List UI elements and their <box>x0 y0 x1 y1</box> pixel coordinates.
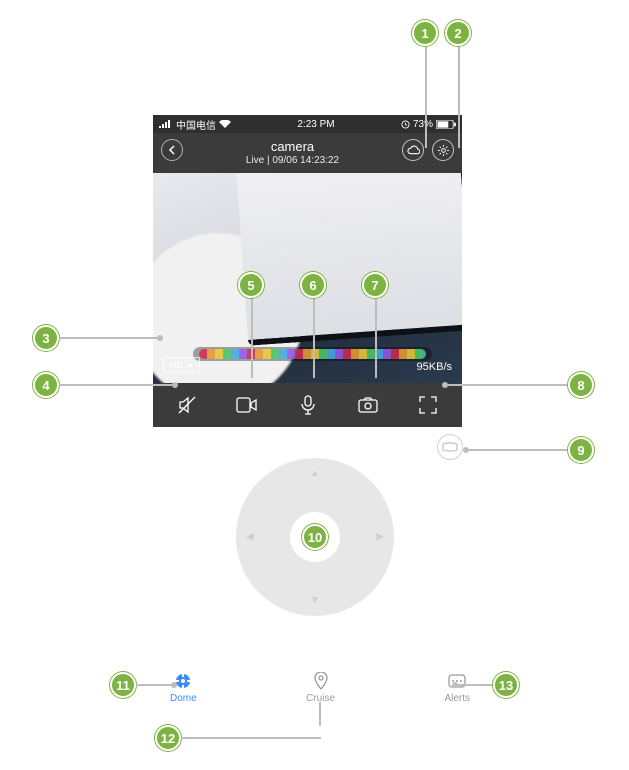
clock-label: 2:23 PM <box>297 119 334 130</box>
callout-4-wrap: 4 <box>33 372 178 398</box>
phone-frame: 中国电信 2:23 PM 73% camera Live | 09/06 14:… <box>153 115 462 427</box>
chevron-right-icon: ▶ <box>376 532 384 543</box>
chevron-down-icon: ▼ <box>310 595 320 606</box>
callout-9: 9 <box>568 437 594 463</box>
fullscreen-button[interactable] <box>398 396 458 414</box>
alarm-icon <box>401 120 410 129</box>
callout-4: 4 <box>33 372 59 398</box>
signal-icon <box>159 120 173 128</box>
callout-line <box>251 298 253 378</box>
bitrate-label: 95KB/s <box>417 361 452 373</box>
video-toolbar <box>153 383 462 427</box>
callout-12-wrap: 12 <box>155 725 321 751</box>
callout-11-wrap: 11 <box>110 672 177 698</box>
talk-button[interactable] <box>277 395 337 415</box>
callout-2: 2 <box>445 20 471 46</box>
snapshot-button[interactable] <box>338 397 398 413</box>
quality-label: HD <box>170 360 183 370</box>
callout-line <box>458 46 460 148</box>
cruise-icon <box>312 672 330 690</box>
callout-13-wrap: 13 <box>452 672 519 698</box>
chevron-left-icon: ◀ <box>246 532 254 543</box>
dome-icon <box>174 672 192 690</box>
callout-3: 3 <box>33 325 59 351</box>
cloud-button[interactable] <box>402 139 424 161</box>
battery-icon <box>436 120 456 129</box>
callout-7: 7 <box>362 272 388 298</box>
callout-line <box>313 298 315 378</box>
callout-9-wrap: 9 <box>463 437 594 463</box>
title-bar: camera Live | 09/06 14:23:22 <box>153 133 462 173</box>
callout-5: 5 <box>238 272 264 298</box>
callout-8: 8 <box>568 372 594 398</box>
callout-line <box>319 702 321 726</box>
back-button[interactable] <box>161 139 183 161</box>
battery-label: 73% <box>413 119 433 130</box>
monitor-prop <box>236 173 462 346</box>
quality-selector[interactable]: HD <box>163 357 200 373</box>
carrier-label: 中国电信 <box>176 117 216 132</box>
callout-1: 1 <box>412 20 438 46</box>
callout-10: 10 <box>302 524 328 550</box>
status-bar: 中国电信 2:23 PM 73% <box>153 115 462 133</box>
callout-line <box>375 298 377 378</box>
panorama-button[interactable] <box>437 434 463 460</box>
camera-subtitle: Live | 09/06 14:23:22 <box>183 155 402 167</box>
callout-11: 11 <box>110 672 136 698</box>
callout-3-wrap: 3 <box>33 325 163 351</box>
tab-cruise[interactable]: Cruise <box>306 672 335 704</box>
callout-6: 6 <box>300 272 326 298</box>
record-button[interactable] <box>217 397 277 413</box>
bottom-tabs: Dome Cruise Alerts <box>170 672 470 704</box>
chevron-up-icon <box>187 363 193 367</box>
callout-8-wrap: 8 <box>442 372 594 398</box>
callout-line <box>425 46 427 148</box>
settings-button[interactable] <box>432 139 454 161</box>
chevron-up-icon: ▲ <box>310 468 320 479</box>
wifi-icon <box>219 120 231 128</box>
callout-12: 12 <box>155 725 181 751</box>
callout-13: 13 <box>493 672 519 698</box>
camera-title: camera <box>183 139 402 155</box>
